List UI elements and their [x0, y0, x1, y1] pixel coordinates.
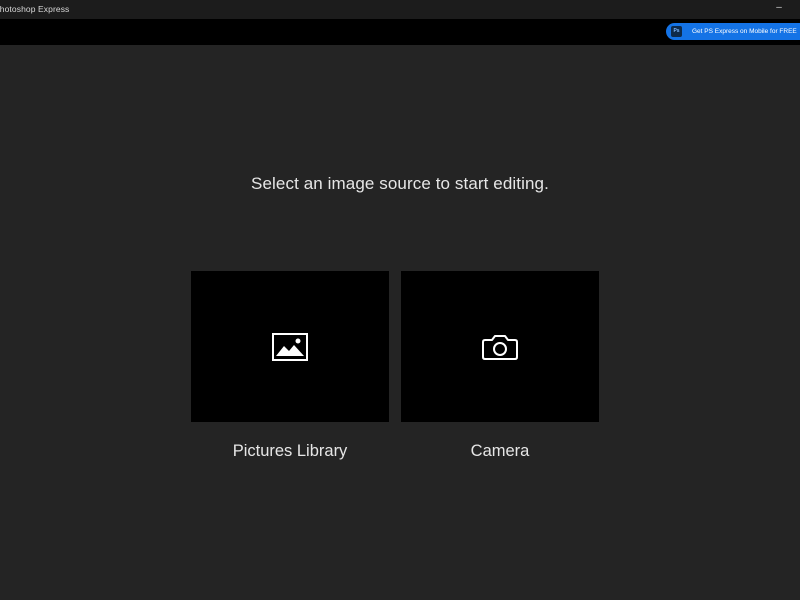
pictures-library-tile[interactable] — [191, 271, 389, 422]
minimize-button[interactable]: – — [772, 2, 786, 16]
camera-icon — [482, 334, 518, 360]
picture-icon — [272, 332, 308, 361]
source-prompt: Select an image source to start editing. — [251, 174, 549, 193]
get-mobile-promo-button[interactable]: Ps Get PS Express on Mobile for FREE — [666, 23, 800, 40]
promo-label: Get PS Express on Mobile for FREE — [692, 28, 797, 35]
title-bar: Photoshop Express – — [0, 0, 800, 19]
app-bar: Ps Get PS Express on Mobile for FREE — [0, 19, 800, 45]
app-window: Photoshop Express – Ps Get PS Express on… — [0, 0, 800, 600]
window-title: Photoshop Express — [0, 4, 70, 14]
pictures-library-label: Pictures Library — [232, 442, 348, 460]
ps-logo-icon: Ps — [671, 26, 682, 37]
camera-label: Camera — [470, 442, 530, 460]
camera-tile[interactable] — [401, 271, 599, 422]
